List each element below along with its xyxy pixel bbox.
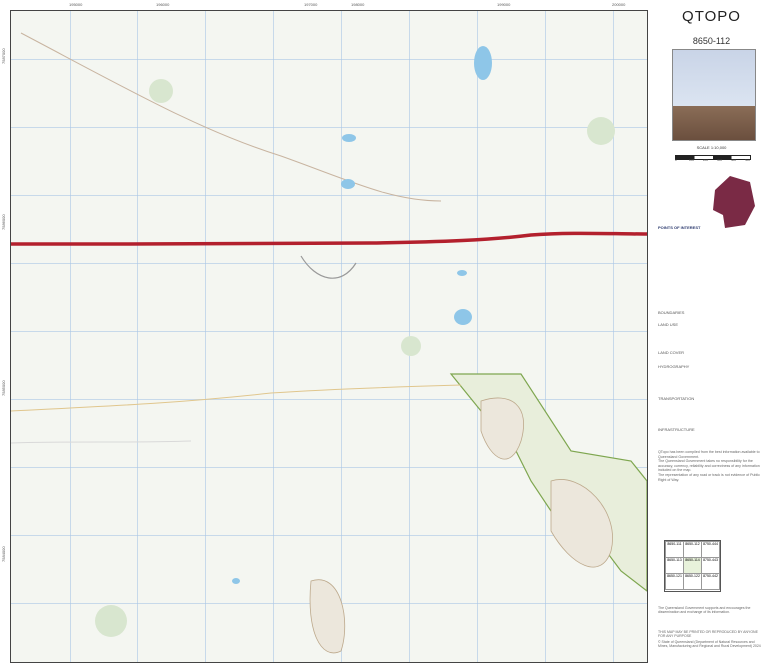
index-cell: 8750-442 [701,573,720,590]
grid-label: 195000 [69,2,83,7]
legend-section: LAND COVER [658,350,685,355]
track-road [20,32,442,202]
disclaimer-text: QTopo has been compiled from the best in… [658,450,764,482]
scale-tick: 200 [703,158,709,162]
top-grid-labels: 195000 196000 197000 198000 199000 20000… [10,2,646,8]
scale-tick: 100 [689,158,695,162]
legend-section: TRANSPORTATION [658,396,695,401]
reproduction-note: THIS MAP MAY BE PRINTED OR REPRODUCED BY… [658,630,758,638]
index-cell: 8650-113 [665,557,684,574]
support-text: The Queensland Government supports and e… [658,606,751,614]
water-body [474,46,492,80]
grid-label: 200000 [612,2,626,7]
scale-tick: 400 [731,158,737,162]
grid-label: 199000 [497,2,511,7]
loop-road [300,255,357,279]
index-cell: 8650-122 [683,573,702,590]
vegetation-patch [401,336,421,356]
grid-label: 7587000 [1,48,6,64]
queensland-shape [713,176,755,228]
legend-section: BOUNDARIES [658,310,685,315]
disclaimer-paragraph: QTopo has been compiled from the best in… [658,450,760,459]
map-title: QTOPO [682,8,741,25]
index-cell: 8650-121 [665,573,684,590]
grid-label: 198000 [351,2,365,7]
water-body [341,179,355,189]
ridge-contours [480,397,524,460]
legend-section: LAND USE [658,322,679,327]
grid-label: 7584000 [1,546,6,562]
water-body [232,578,240,584]
scale-tick: 300 [717,158,723,162]
vegetation-patch [149,79,173,103]
left-grid-labels: 7587000 7586000 7585000 7584000 [1,10,9,661]
index-cell: 8750-444 [701,541,720,558]
minor-road [11,384,462,412]
grid-label: 197000 [304,2,318,7]
copyright-text: © State of Queensland (Department of Nat… [658,640,761,648]
legend-panel: QTOPO 8650-112 SCALE 1:10,000 0 100 200 … [655,0,768,671]
vegetation-patch [587,117,615,145]
index-cell: 8750-443 [701,557,720,574]
landscape-photo [672,49,756,141]
map-features [11,32,647,654]
scale-tick: 500 [745,158,751,162]
topographic-map[interactable] [10,10,648,663]
index-cell: 8650-112 [683,541,702,558]
scale-tick: 0 [675,158,677,162]
index-cell-current: 8650-114 [683,557,702,574]
scale-label: SCALE 1:10,000 [696,145,727,150]
water-body [454,309,472,325]
index-cell: 8650-111 [665,541,684,558]
ridge-contours [309,579,346,654]
water-body [342,134,356,142]
legend-section: INFRASTRUCTURE [658,427,695,432]
vegetation-patch [95,605,127,637]
map-index: 8650-111 8650-112 8750-444 8650-113 8650… [664,540,721,592]
legend-items: BOUNDARIES LAND USE LAND COVER HYDROGRAP… [658,232,766,442]
grid-label: 7585000 [1,380,6,396]
grid-label: 7586000 [1,214,6,230]
water-body [457,270,467,276]
reserve-boundary [449,373,647,592]
disclaimer-paragraph: The representation of any road or track … [658,472,760,482]
legend-title: POINTS OF INTEREST [658,225,701,230]
disclaimer-paragraph: The Queensland Government takes no respo… [658,459,760,473]
track-road [11,440,192,444]
sheet-number: 8650-112 [692,36,731,46]
scale-bar [675,155,751,160]
highway-road [11,231,647,246]
legend-section: HYDROGRAPHY [658,364,690,369]
grid-label: 196000 [156,2,170,7]
